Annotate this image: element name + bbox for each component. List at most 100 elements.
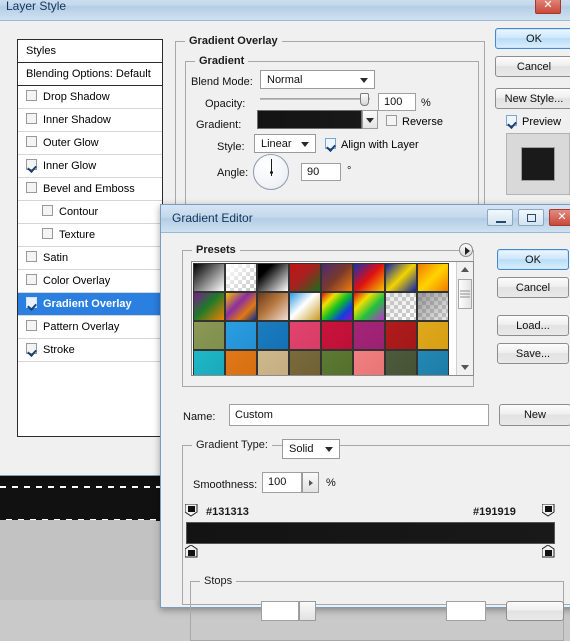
preset-swatch[interactable] xyxy=(224,320,257,350)
smoothness-stepper[interactable] xyxy=(302,472,319,493)
styles-list-item-checkbox[interactable] xyxy=(42,228,53,239)
opacity-slider[interactable] xyxy=(260,93,370,107)
gradient-editor-minimize-button[interactable] xyxy=(487,209,513,226)
layer-style-close-button[interactable]: ✕ xyxy=(535,0,561,14)
preset-swatch[interactable] xyxy=(192,262,225,292)
presets-scrollbar[interactable] xyxy=(456,262,473,375)
preset-swatch[interactable] xyxy=(416,349,449,375)
style-select[interactable]: Linear xyxy=(254,134,316,153)
preset-swatch[interactable] xyxy=(224,349,257,375)
preset-swatch[interactable] xyxy=(352,291,385,321)
preset-swatch[interactable] xyxy=(288,262,321,292)
gradient-picker-dropdown[interactable] xyxy=(362,110,378,129)
presets-listbox[interactable] xyxy=(191,261,474,376)
angle-input[interactable]: 90 xyxy=(301,163,341,181)
preset-swatch[interactable] xyxy=(288,291,321,321)
styles-list-item[interactable]: Contour xyxy=(18,201,162,224)
preset-swatch[interactable] xyxy=(384,349,417,375)
preset-swatch[interactable] xyxy=(192,349,225,375)
preset-swatch[interactable] xyxy=(224,291,257,321)
gradient-editor-cancel-button[interactable]: Cancel xyxy=(497,277,569,298)
styles-list-item-checkbox[interactable] xyxy=(26,320,37,331)
preset-swatch[interactable] xyxy=(416,262,449,292)
styles-list-item[interactable]: Inner Glow xyxy=(18,155,162,178)
layer-style-cancel-button[interactable]: Cancel xyxy=(495,56,570,77)
stops-field-a[interactable] xyxy=(261,601,299,621)
preset-swatch[interactable] xyxy=(320,262,353,292)
preset-swatch[interactable] xyxy=(352,349,385,375)
styles-list-item-checkbox[interactable] xyxy=(26,251,37,262)
styles-list-item[interactable]: Outer Glow xyxy=(18,132,162,155)
preset-swatch[interactable] xyxy=(288,320,321,350)
preset-swatch[interactable] xyxy=(192,291,225,321)
gradient-type-select[interactable]: Solid xyxy=(282,439,340,459)
preset-swatch[interactable] xyxy=(384,320,417,350)
preset-swatch[interactable] xyxy=(384,291,417,321)
preset-swatch[interactable] xyxy=(256,291,289,321)
presets-scroll-thumb[interactable] xyxy=(458,279,472,309)
preset-swatch[interactable] xyxy=(416,320,449,350)
styles-list-item[interactable]: Bevel and Emboss xyxy=(18,178,162,201)
styles-list-item-checkbox[interactable] xyxy=(26,90,37,101)
align-with-layer-checkbox[interactable]: Align with Layer xyxy=(325,138,419,151)
preset-swatch[interactable] xyxy=(256,320,289,350)
preset-swatch[interactable] xyxy=(416,291,449,321)
styles-list-item-checkbox[interactable] xyxy=(42,205,53,216)
styles-list-item[interactable]: Stroke xyxy=(18,339,162,362)
layer-style-titlebar[interactable]: Layer Style ✕ xyxy=(0,0,570,21)
opacity-stop-right[interactable] xyxy=(541,503,555,517)
preset-swatch[interactable] xyxy=(320,291,353,321)
angle-dial[interactable] xyxy=(253,154,289,190)
styles-list-item-checkbox[interactable] xyxy=(26,297,37,308)
stops-button-c[interactable] xyxy=(506,601,564,621)
gradient-editor-ok-button[interactable]: OK xyxy=(497,249,569,270)
new-gradient-button[interactable]: New xyxy=(499,404,570,426)
styles-list-item[interactable]: Pattern Overlay xyxy=(18,316,162,339)
preview-checkbox[interactable]: Preview xyxy=(506,115,561,128)
styles-listbox[interactable]: Styles Blending Options: Default Drop Sha… xyxy=(17,39,163,437)
preset-swatch[interactable] xyxy=(288,349,321,375)
styles-list-item[interactable]: Satin xyxy=(18,247,162,270)
styles-list-item[interactable]: Gradient Overlay xyxy=(18,293,162,316)
gradient-preview-swatch[interactable] xyxy=(257,110,362,129)
preset-swatch[interactable] xyxy=(224,262,257,292)
new-style-button[interactable]: New Style... xyxy=(495,88,570,109)
presets-flyout-button[interactable] xyxy=(459,243,473,257)
styles-list-item[interactable]: Inner Shadow xyxy=(18,109,162,132)
gradient-editor-maximize-button[interactable] xyxy=(518,209,544,226)
preset-swatch[interactable] xyxy=(256,349,289,375)
styles-list-item[interactable]: Texture xyxy=(18,224,162,247)
preset-swatch[interactable] xyxy=(352,262,385,292)
opacity-input[interactable]: 100 xyxy=(378,93,416,111)
preset-swatch[interactable] xyxy=(352,320,385,350)
styles-list-item-checkbox[interactable] xyxy=(26,182,37,193)
smoothness-input[interactable]: 100 xyxy=(262,472,302,493)
styles-list-item[interactable]: Blending Options: Default xyxy=(18,63,162,86)
gradient-name-input[interactable]: Custom xyxy=(229,404,489,426)
preset-swatch[interactable] xyxy=(384,262,417,292)
stops-field-b[interactable] xyxy=(446,601,486,621)
reverse-checkbox[interactable]: Reverse xyxy=(386,115,443,128)
presets-scroll-up-button[interactable] xyxy=(457,262,473,277)
styles-list-item-checkbox[interactable] xyxy=(26,274,37,285)
color-stop-right[interactable] xyxy=(541,544,555,558)
layer-style-ok-button[interactable]: OK xyxy=(495,28,570,49)
preset-swatch[interactable] xyxy=(192,320,225,350)
gradient-edit-bar[interactable] xyxy=(186,522,555,544)
styles-list-item-checkbox[interactable] xyxy=(26,159,37,170)
gradient-editor-titlebar[interactable]: Gradient Editor ✕ xyxy=(161,205,570,233)
styles-list-item-checkbox[interactable] xyxy=(26,136,37,147)
styles-list-item-checkbox[interactable] xyxy=(26,113,37,124)
blend-mode-select[interactable]: Normal xyxy=(260,70,375,89)
gradient-editor-save-button[interactable]: Save... xyxy=(497,343,569,364)
styles-list-item-checkbox[interactable] xyxy=(26,343,37,354)
presets-scroll-down-button[interactable] xyxy=(457,360,473,375)
styles-list-item[interactable]: Color Overlay xyxy=(18,270,162,293)
stops-stepper-a[interactable] xyxy=(299,601,316,621)
preset-swatch[interactable] xyxy=(256,262,289,292)
gradient-editor-load-button[interactable]: Load... xyxy=(497,315,569,336)
color-stop-left[interactable] xyxy=(184,544,198,558)
styles-list-item[interactable]: Drop Shadow xyxy=(18,86,162,109)
preset-swatch[interactable] xyxy=(320,349,353,375)
gradient-editor-close-button[interactable]: ✕ xyxy=(549,209,570,226)
